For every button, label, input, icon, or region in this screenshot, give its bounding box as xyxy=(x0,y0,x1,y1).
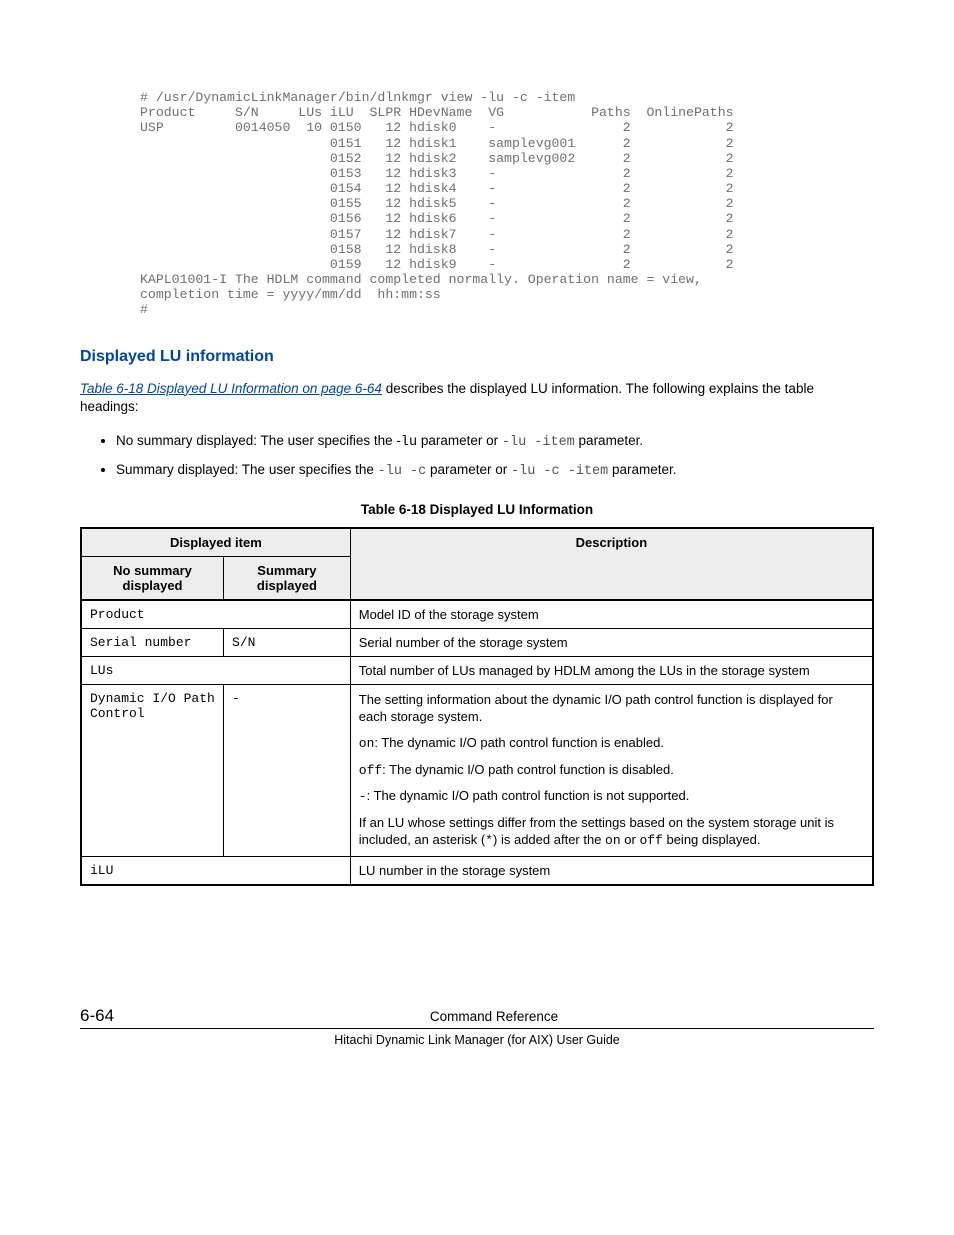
text: : The dynamic I/O path control function … xyxy=(382,762,674,777)
text: parameter or xyxy=(426,462,511,477)
cell: Serial number of the storage system xyxy=(350,628,873,656)
cell: iLU xyxy=(81,856,350,885)
code-text: on xyxy=(605,833,621,848)
text: being displayed. xyxy=(663,832,761,847)
intro-paragraph: Table 6-18 Displayed LU Information on p… xyxy=(80,380,874,418)
text: parameter or xyxy=(417,433,502,448)
table-row: iLU LU number in the storage system xyxy=(81,856,873,885)
text: No summary displayed: The user specifies… xyxy=(116,433,401,448)
cell: Total number of LUs managed by HDLM amon… xyxy=(350,656,873,684)
code-text: -lu -item xyxy=(502,435,575,450)
text: or xyxy=(621,832,640,847)
text: ) is added after the xyxy=(493,832,605,847)
cell: LU number in the storage system xyxy=(350,856,873,885)
section-heading: Displayed LU information xyxy=(80,348,874,366)
table-row: Product Model ID of the storage system xyxy=(81,600,873,629)
code-text: on xyxy=(359,736,375,751)
page-number: 6-64 xyxy=(80,1006,114,1026)
bullet-list: No summary displayed: The user specifies… xyxy=(80,431,874,482)
text: parameter. xyxy=(575,433,643,448)
footer-title: Command Reference xyxy=(114,1009,874,1024)
code-text: off xyxy=(639,833,662,848)
bullet-item: No summary displayed: The user specifies… xyxy=(116,431,874,453)
cell: S/N xyxy=(224,628,351,656)
cell: Dynamic I/O Path Control xyxy=(81,684,224,856)
text: -: The dynamic I/O path control function… xyxy=(359,787,864,806)
lu-info-table: Displayed item Description No summary di… xyxy=(80,527,874,886)
text: off: The dynamic I/O path control functi… xyxy=(359,761,864,780)
table-row: LUs Total number of LUs managed by HDLM … xyxy=(81,656,873,684)
code-text: * xyxy=(485,833,493,848)
table-crossref-link[interactable]: Table 6-18 Displayed LU Information on p… xyxy=(80,381,382,396)
text: : The dynamic I/O path control function … xyxy=(374,735,664,750)
text: Summary displayed: The user specifies th… xyxy=(116,462,378,477)
command-output: # /usr/DynamicLinkManager/bin/dlnkmgr vi… xyxy=(140,90,874,318)
th-no-summary: No summary displayed xyxy=(81,556,224,600)
code-text: off xyxy=(359,763,382,778)
text: The setting information about the dynami… xyxy=(359,691,864,726)
page-footer: 6-64 Command Reference Hitachi Dynamic L… xyxy=(80,1006,874,1047)
table-row: Serial number S/N Serial number of the s… xyxy=(81,628,873,656)
text: on: The dynamic I/O path control functio… xyxy=(359,734,864,753)
cell: Serial number xyxy=(81,628,224,656)
cell: Product xyxy=(81,600,350,629)
th-displayed-item: Displayed item xyxy=(81,528,350,557)
cell: LUs xyxy=(81,656,350,684)
footer-subtitle: Hitachi Dynamic Link Manager (for AIX) U… xyxy=(80,1033,874,1047)
cell: Model ID of the storage system xyxy=(350,600,873,629)
bullet-item: Summary displayed: The user specifies th… xyxy=(116,460,874,482)
th-description: Description xyxy=(350,528,873,600)
code-text: -lu -c xyxy=(378,464,427,479)
text: If an LU whose settings differ from the … xyxy=(359,814,864,850)
code-text: -lu -c -item xyxy=(511,464,608,479)
table-caption: Table 6-18 Displayed LU Information xyxy=(80,502,874,517)
text: : The dynamic I/O path control function … xyxy=(367,788,690,803)
cell: - xyxy=(224,684,351,856)
text: parameter. xyxy=(608,462,676,477)
code-text: - xyxy=(359,789,367,804)
code-text: lu xyxy=(401,435,417,450)
th-summary: Summary displayed xyxy=(224,556,351,600)
table-row: Dynamic I/O Path Control - The setting i… xyxy=(81,684,873,856)
cell: The setting information about the dynami… xyxy=(350,684,873,856)
